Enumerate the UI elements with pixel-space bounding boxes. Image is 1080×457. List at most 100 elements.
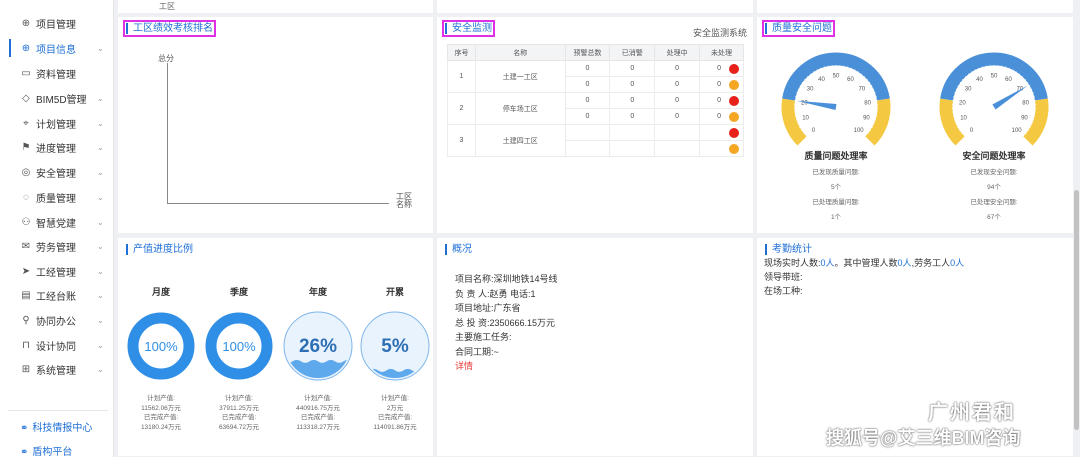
bulb-icon: ◌ [23, 191, 29, 203]
gauge-tick [865, 78, 868, 81]
table-cell: 0 [609, 76, 656, 93]
gauge-tick [796, 92, 799, 94]
sidebar-item-12[interactable]: ⚲ 协同办公 ⌄ [0, 309, 114, 331]
gauge-tick [1008, 67, 1010, 70]
gauge-tick-label: 20 [959, 100, 966, 106]
table-cell: 0 [654, 108, 701, 125]
gauge-tick-label: 10 [802, 115, 809, 121]
table-cell: 0 [699, 108, 744, 125]
gauge-band-high [1023, 98, 1049, 146]
progress-period-label: 月度 [151, 287, 170, 297]
top-strip-mid [437, 0, 753, 13]
gauge-tick [978, 67, 980, 70]
overview-line: 项目名称:深圳地铁14号线 [455, 274, 558, 284]
x-axis [167, 203, 389, 204]
gauge-tick [962, 78, 965, 81]
gauge-tick-label: 0 [812, 128, 816, 134]
gauge-tick-label: 70 [859, 87, 866, 93]
sidebar-item-9[interactable]: ✉ 劳务管理 ⌄ [0, 235, 114, 257]
gauge-tick [857, 71, 859, 74]
gauge-stat-line: 5个 [830, 184, 842, 191]
table-row: 2 停车场工区 0 0 0 0 [447, 92, 744, 125]
gauge-tick-label: 80 [1022, 100, 1029, 106]
gauge-tick [959, 81, 964, 85]
safety-table: 序号 名称 预警总数 已消警 处理中 未处理 1 土建一工区 0 0 0 0 0 0 0 0 2 停车场工区 0 0 0… [447, 44, 744, 157]
progress-stat-line: 已完成产值: [221, 414, 257, 421]
gauge-tick-label: 90 [1021, 115, 1028, 121]
gauge-tick [872, 88, 875, 91]
sidebar-item-4[interactable]: ⌖ 计划管理 ⌄ [0, 112, 114, 134]
wallet-icon: ▤ [21, 289, 31, 301]
sidebar-item-7[interactable]: ◌ 质量管理 ⌄ [0, 186, 114, 208]
row-name: 土建一工区 [474, 60, 566, 93]
sidebar-item-11[interactable]: ▤ 工经台账 ⌄ [0, 284, 114, 306]
user-icon: ⚲ [22, 314, 30, 326]
row-number: 3 [447, 124, 476, 157]
gauge-tick [1023, 78, 1026, 81]
status-dot-red [729, 95, 739, 106]
pin-icon: ⌖ [23, 117, 29, 129]
gauge-tick [820, 67, 822, 70]
sidebar-item-2[interactable]: ▭ 资料管理 [0, 62, 114, 84]
link-icon: ⚭ [20, 423, 29, 434]
progress-stat-line: 计划产值: [381, 395, 409, 402]
gauge-tick [801, 81, 806, 85]
sidebar-bottom-link-0[interactable]: ⚭ 科技情报中心 [20, 419, 92, 434]
performance-panel: 工区绩效考核排名 总分 工区 名称 [118, 17, 433, 233]
progress-stat-line: 已完成产值: [143, 414, 179, 421]
safety-system-name[interactable]: 安全监测系统 [693, 26, 747, 39]
chevron-down-icon: ⌄ [97, 266, 104, 276]
overview-detail-link[interactable]: 详情 [455, 359, 473, 372]
gauge-tick [1004, 66, 1007, 69]
gauge-tick-label: 0 [970, 128, 974, 134]
sidebar-item-label: 项目信息 [36, 44, 76, 56]
gauge-tick [873, 100, 878, 102]
send-icon: ➤ [21, 265, 31, 277]
gauge-tick [846, 66, 849, 69]
gauge-tick [860, 73, 863, 76]
gauge-tick-label: 100 [854, 128, 865, 134]
sidebar-item-10[interactable]: ➤ 工经管理 ⌄ [0, 260, 114, 282]
gauge-tick [866, 81, 871, 85]
sidebar-item-8[interactable]: ⚇ 智慧党建 ⌄ [0, 211, 114, 233]
tag-icon: ◇ [22, 92, 30, 104]
sidebar-item-label: 计划管理 [36, 119, 76, 131]
gauge-tick [959, 129, 962, 131]
scrollbar-thumb[interactable] [1074, 190, 1079, 430]
attendance-title: 考勤统计 [765, 244, 812, 255]
table-cell: 0 [609, 108, 656, 125]
gauge-tick-label: 100 [1012, 128, 1023, 134]
progress-stats: 计划产值: 11562.06万元 已完成产值: 13180.24万元 [123, 394, 199, 432]
gauge-tick-label: 60 [1005, 77, 1012, 83]
design-icon: ⊓ [22, 339, 30, 351]
gauge-tick [961, 132, 964, 135]
sidebar-bottom-link-1[interactable]: ⚭ 盾构平台 [20, 443, 72, 457]
table-cell: 0 [609, 60, 656, 77]
sidebar-item-1[interactable]: ⊕ 项目信息 ⌄ [0, 37, 114, 59]
gauge-tick [952, 100, 957, 102]
sidebar-item-label: 工经管理 [36, 267, 76, 279]
progress-stat-line: 2万元 [386, 404, 404, 412]
gauge-tick-label: 60 [847, 77, 854, 83]
row-name: 土建四工区 [474, 124, 566, 157]
gauge-tick [1030, 118, 1035, 121]
attendance-leader: 领导带班: [764, 272, 803, 282]
gauge-tick [974, 69, 978, 74]
sidebar-item-13[interactable]: ⊓ 设计协同 ⌄ [0, 334, 114, 356]
safety-title: 安全监测 [442, 20, 495, 37]
table-header-cell: 处理中 [654, 44, 701, 61]
table-cell [609, 124, 656, 141]
table-cell: 0 [654, 76, 701, 93]
sidebar-item-0[interactable]: ⊕ 项目管理 [0, 12, 114, 34]
sidebar-item-14[interactable]: ⊞ 系统管理 ⌄ [0, 358, 114, 380]
sidebar-item-3[interactable]: ◇ BIM5D管理 ⌄ [0, 87, 114, 109]
gauge-tick [852, 69, 856, 74]
progress-stat-line: 计划产值: [225, 395, 253, 402]
gauge-tick [799, 85, 802, 87]
table-header-cell: 预警总数 [564, 44, 611, 61]
sidebar-item-6[interactable]: ◎ 安全管理 ⌄ [0, 161, 114, 183]
gauge-tick [1031, 100, 1036, 102]
gauge-tick [863, 76, 866, 79]
gauge-tick [964, 133, 968, 137]
sidebar-item-5[interactable]: ⚑ 进度管理 ⌄ [0, 136, 114, 158]
